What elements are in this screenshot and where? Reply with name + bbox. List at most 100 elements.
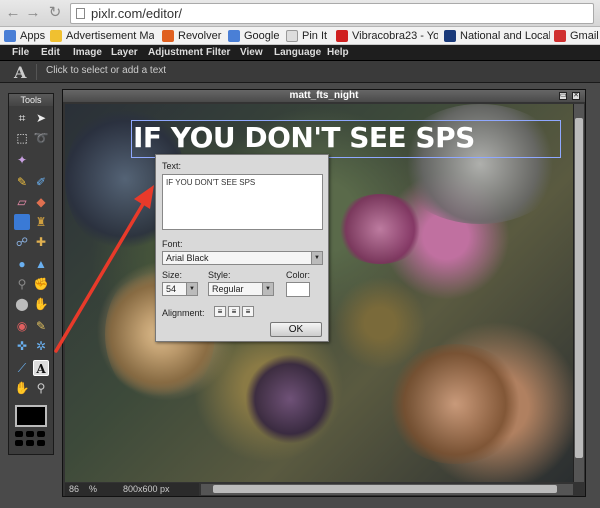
status-bar: 86 % 800x600 px [65,483,199,496]
style-label: Style: [208,270,231,280]
size-select[interactable]: 54 ▼ [162,282,198,296]
options-divider [36,64,37,80]
apps-grid-icon [4,30,16,42]
bookmark-vibracobra[interactable]: Vibracobra23 - You [336,29,438,43]
menu-filter[interactable]: Filter [206,46,230,60]
horizontal-scroll-thumb[interactable] [213,485,557,493]
app-menubar: File Edit Image Layer Adjustment Filter … [0,45,600,61]
blur-tool-icon[interactable]: ● [14,256,30,272]
menu-view[interactable]: View [240,46,263,60]
google-icon [228,30,240,42]
style-select[interactable]: Regular ▼ [208,282,274,296]
size-label: Size: [162,270,183,280]
zoom-tool-icon[interactable]: ⚲ [33,380,49,396]
brush-tool-icon[interactable]: ✐ [33,174,49,190]
pencil-tool-icon[interactable]: ✎ [14,174,30,190]
text-dialog: Text: IF YOU DON'T SEE SPS Font: Arial B… [155,154,329,342]
swatch-grid-icon[interactable] [15,431,47,449]
page-icon [286,30,298,42]
wand-tool-icon[interactable]: ✦ [14,152,30,168]
minimize-icon[interactable]: ▭ [559,92,567,100]
image-size: 800x600 px [123,484,170,494]
menu-help[interactable]: Help [327,46,349,60]
page-icon [76,8,85,19]
chevron-down-icon: ▼ [262,283,273,295]
pinch-tool-icon[interactable]: ✲ [33,338,49,354]
font-label: Font: [162,239,183,249]
align-right-icon[interactable]: ≡ [242,306,254,317]
eyedropper-tool-icon[interactable]: ⟋ [14,360,30,376]
foreground-color-swatch[interactable] [15,405,47,427]
tool-options-bar: A Click to select or add a text [0,61,600,83]
align-left-icon[interactable]: ≡ [214,306,226,317]
text-tool-icon: A [14,63,27,82]
bloat-tool-icon[interactable]: ✜ [14,338,30,354]
youtube-icon [336,30,348,42]
vertical-scroll-thumb[interactable] [575,118,583,458]
menu-file[interactable]: File [12,46,29,60]
zoom-unit: % [89,484,98,494]
vertical-scrollbar[interactable] [573,104,584,482]
close-icon[interactable]: ✕ [572,92,580,100]
url-text: pixlr.com/editor/ [91,6,183,21]
sponge-tool-icon[interactable]: ⬤ [14,296,30,312]
gradient-tool-icon[interactable] [14,214,30,230]
bucket-tool-icon[interactable]: ◆ [33,194,49,210]
gmail-icon [554,30,566,42]
horizontal-scrollbar[interactable] [201,484,573,495]
burn-tool-icon[interactable]: ✊ [33,276,49,292]
back-arrow-icon[interactable]: ← [4,4,22,22]
bookmark-advertisement[interactable]: Advertisement Mana [50,29,154,43]
menu-language[interactable]: Language [274,46,321,60]
menu-layer[interactable]: Layer [111,46,138,60]
heal-tool-icon[interactable]: ✚ [33,234,49,250]
red-eye-tool-icon[interactable]: ◉ [14,318,30,334]
address-bar[interactable]: pixlr.com/editor/ [70,3,594,24]
spot-heal-icon[interactable]: ✎ [33,318,49,334]
reload-icon[interactable]: ↻ [46,4,64,22]
menu-edit[interactable]: Edit [41,46,60,60]
twc-icon [444,30,456,42]
forward-arrow-icon[interactable]: → [24,4,42,22]
color-replace-icon[interactable]: ✋ [33,296,49,312]
smudge-tool-icon[interactable]: ☍ [14,234,30,250]
text-label: Text: [162,161,182,171]
crop-tool-icon[interactable]: ⌗ [14,110,30,126]
bookmarks-bar: Apps Advertisement Mana Revolver Google … [0,27,600,45]
color-swatch[interactable] [286,282,310,297]
browser-toolbar: ← → ↻ pixlr.com/editor/ [0,0,600,27]
text-tool-icon[interactable]: A [33,360,49,376]
color-label: Color: [286,270,311,280]
bookmark-apps[interactable]: Apps [4,29,46,43]
stamp-tool-icon[interactable]: ♜ [33,214,49,230]
bookmark-pin-it[interactable]: Pin It [286,29,334,43]
coral-shape [245,354,335,444]
eraser-tool-icon[interactable]: ▱ [14,194,30,210]
dodge-tool-icon[interactable]: ⚲ [14,276,30,292]
sharpen-tool-icon[interactable]: ▲ [33,256,49,272]
font-select[interactable]: Arial Black ▼ [162,251,323,265]
options-hint: Click to select or add a text [46,65,167,76]
tools-title: Tools [9,94,53,106]
marquee-tool-icon[interactable]: ⬚ [14,130,30,146]
bookmark-google[interactable]: Google [228,29,282,43]
coral-shape [335,194,425,264]
align-center-icon[interactable]: ≡ [228,306,240,317]
bookmark-revolver[interactable]: Revolver [162,29,222,43]
ok-button[interactable]: OK [270,322,322,337]
lasso-tool-icon[interactable]: ➰ [33,130,49,146]
move-tool-icon[interactable]: ➤ [33,110,49,126]
bookmark-favicon-icon [50,30,62,42]
image-window-title: matt_fts_night [63,90,585,102]
coral-shape [385,344,525,464]
canvas-text-layer[interactable]: IF YOU DON'T SEE SPS [133,122,563,154]
bookmark-gmail[interactable]: Gmail [554,29,600,43]
bookmark-national-local[interactable]: National and Local V [444,29,550,43]
chevron-down-icon: ▼ [186,283,197,295]
hand-tool-icon[interactable]: ✋ [14,380,30,396]
menu-image[interactable]: Image [73,46,102,60]
text-input[interactable]: IF YOU DON'T SEE SPS [162,174,323,230]
menu-adjustment[interactable]: Adjustment [148,46,203,60]
zoom-value[interactable]: 86 [69,483,79,496]
blogger-icon [162,30,174,42]
